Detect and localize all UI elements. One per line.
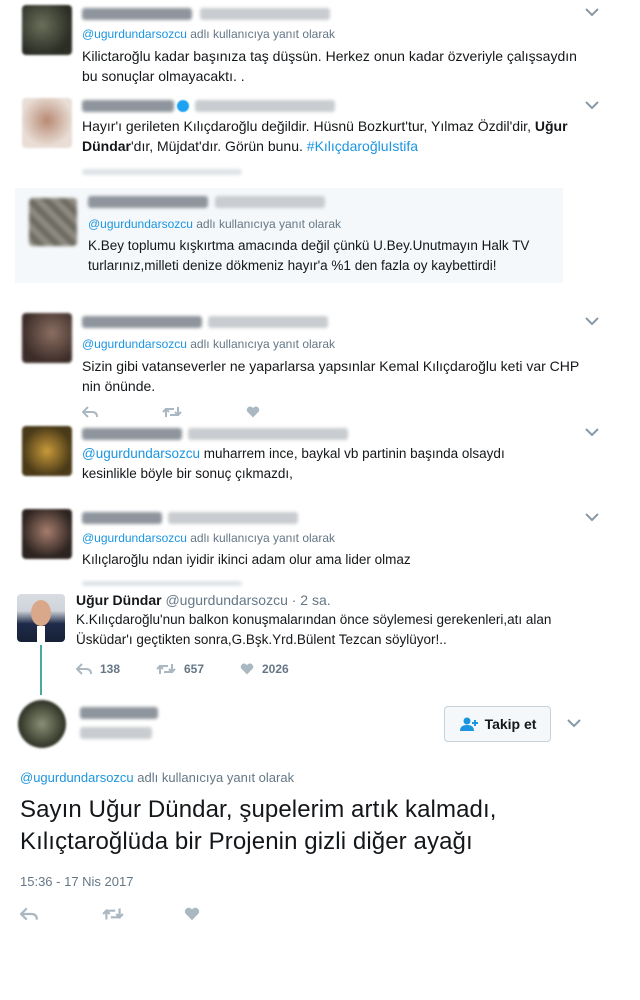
tweet-header: Uğur Dündar @ugurdundarsozcu · 2 sa. <box>76 592 331 608</box>
blurred-username <box>80 707 158 719</box>
mention-link[interactable]: @ugurdundarsozcu <box>82 446 200 461</box>
reply-tweet-6[interactable]: @ugurdundarsozcu adlı kullanıcıya yanıt … <box>0 505 600 586</box>
reply-tweet-2[interactable]: Hayır'ı gerileten Kılıçdaroğlu değildir.… <box>0 95 600 180</box>
blurred-handle <box>200 8 330 20</box>
replying-to: @ugurdundarsozcu adlı kullanıcıya yanıt … <box>82 337 335 351</box>
blurred-handle <box>215 196 325 208</box>
reply-tweet-3[interactable]: @ugurdundarsozcu adlı kullanıcıya yanıt … <box>0 188 600 283</box>
replying-to: @ugurdundarsozcu adlı kullanıcıya yanıt … <box>20 770 295 785</box>
reply-icon[interactable] <box>20 907 38 921</box>
tweet-text: Kılıçlaroğlu ndan iyidir ikinci adam olu… <box>82 552 411 567</box>
chevron-down-icon[interactable] <box>584 511 600 523</box>
blurred-username <box>82 100 174 112</box>
avatar[interactable] <box>29 198 77 246</box>
like-count: 2026 <box>262 662 289 676</box>
avatar[interactable] <box>17 594 65 642</box>
blurred-username <box>82 8 192 20</box>
blurred-handle <box>168 512 298 524</box>
retweet-action[interactable]: 657 <box>156 662 204 676</box>
chevron-down-icon[interactable] <box>584 6 600 18</box>
reply-icon[interactable] <box>82 406 98 418</box>
tweet-actions <box>82 406 282 420</box>
tweet-text: Kilictaroğlu kadar başınıza taş düşsün. … <box>82 48 577 84</box>
tweet-text: K.Kılıçdaroğlu'nun balkon konuşmalarında… <box>76 612 552 647</box>
avatar[interactable] <box>22 5 72 55</box>
reply-action[interactable]: 138 <box>76 662 120 676</box>
reply-tweet-4[interactable]: @ugurdundarsozcu adlı kullanıcıya yanıt … <box>0 305 600 420</box>
main-tweet-timestamp: 15:36 - 17 Nis 2017 <box>20 874 134 889</box>
retweet-count: 657 <box>184 662 205 676</box>
mention-link[interactable]: @ugurdundarsozcu <box>82 531 187 545</box>
main-tweet-text: Sayın Uğur Dündar, şupelerim artık kalma… <box>20 796 497 855</box>
reply-count: 138 <box>100 662 121 676</box>
blurred-username <box>82 428 182 440</box>
replying-to: @ugurdundarsozcu adlı kullanıcıya yanıt … <box>88 217 341 231</box>
blurred-actions <box>82 581 242 586</box>
tweet-actions: 138 657 2026 <box>76 662 326 676</box>
mention-link[interactable]: @ugurdundarsozcu <box>20 770 134 785</box>
heart-icon <box>240 663 254 675</box>
avatar[interactable] <box>22 98 72 148</box>
heart-icon[interactable] <box>246 406 260 418</box>
blurred-handle <box>208 316 328 328</box>
replying-to: @ugurdundarsozcu adlı kullanıcıya yanıt … <box>82 531 335 545</box>
avatar[interactable] <box>18 700 66 748</box>
verified-badge-icon <box>177 100 189 112</box>
chevron-down-icon[interactable] <box>584 315 600 327</box>
blurred-username <box>82 316 202 328</box>
retweet-icon <box>156 664 176 674</box>
reply-tweet-5[interactable]: @ugurdundarsozcu muharrem ince, baykal v… <box>0 420 600 505</box>
blurred-username <box>88 196 208 208</box>
display-name[interactable]: Uğur Dündar <box>76 592 162 608</box>
blurred-handle <box>195 100 335 112</box>
hashtag-link[interactable]: #KılıçdaroğluIstifa <box>307 138 418 154</box>
chevron-down-icon[interactable] <box>584 426 600 438</box>
thread-connector-line <box>40 645 42 695</box>
tweet-text: K.Bey toplumu kışkırtma amacında değil ç… <box>88 238 530 273</box>
chevron-down-icon[interactable] <box>584 99 600 111</box>
blurred-actions <box>82 169 242 175</box>
retweet-icon[interactable] <box>102 907 124 921</box>
tweet-text: Sizin gibi vatanseverler ne yaparlarsa y… <box>82 358 580 394</box>
reply-tweet-1[interactable]: @ugurdundarsozcu adlı kullanıcıya yanıt … <box>0 0 600 95</box>
tweet-text: Hayır'ı gerileten Kılıçdaroğlu değildir.… <box>82 118 568 154</box>
parent-tweet[interactable]: Uğur Dündar @ugurdundarsozcu · 2 sa. K.K… <box>0 588 600 688</box>
blurred-handle <box>188 428 348 440</box>
follow-user-icon <box>459 717 478 731</box>
blurred-handle <box>80 727 152 739</box>
blurred-username <box>82 512 162 524</box>
chevron-down-icon[interactable] <box>566 717 582 729</box>
timestamp[interactable]: · 2 sa. <box>288 592 331 608</box>
tweet-text: @ugurdundarsozcu muharrem ince, baykal v… <box>82 446 505 481</box>
handle[interactable]: @ugurdundarsozcu <box>165 592 287 608</box>
avatar[interactable] <box>22 509 72 559</box>
like-action[interactable]: 2026 <box>240 662 289 676</box>
retweet-icon[interactable] <box>162 406 182 418</box>
mention-link[interactable]: @ugurdundarsozcu <box>88 217 193 231</box>
follow-button[interactable]: Takip et <box>444 706 551 742</box>
replying-to: @ugurdundarsozcu adlı kullanıcıya yanıt … <box>82 27 335 41</box>
avatar[interactable] <box>22 313 72 363</box>
mention-link[interactable]: @ugurdundarsozcu <box>82 27 187 41</box>
avatar-shirt <box>37 626 45 642</box>
avatar-face <box>31 600 51 626</box>
avatar[interactable] <box>22 426 72 476</box>
mention-link[interactable]: @ugurdundarsozcu <box>82 337 187 351</box>
reply-icon <box>76 663 92 675</box>
heart-icon[interactable] <box>184 907 200 921</box>
follow-label: Takip et <box>484 716 537 732</box>
